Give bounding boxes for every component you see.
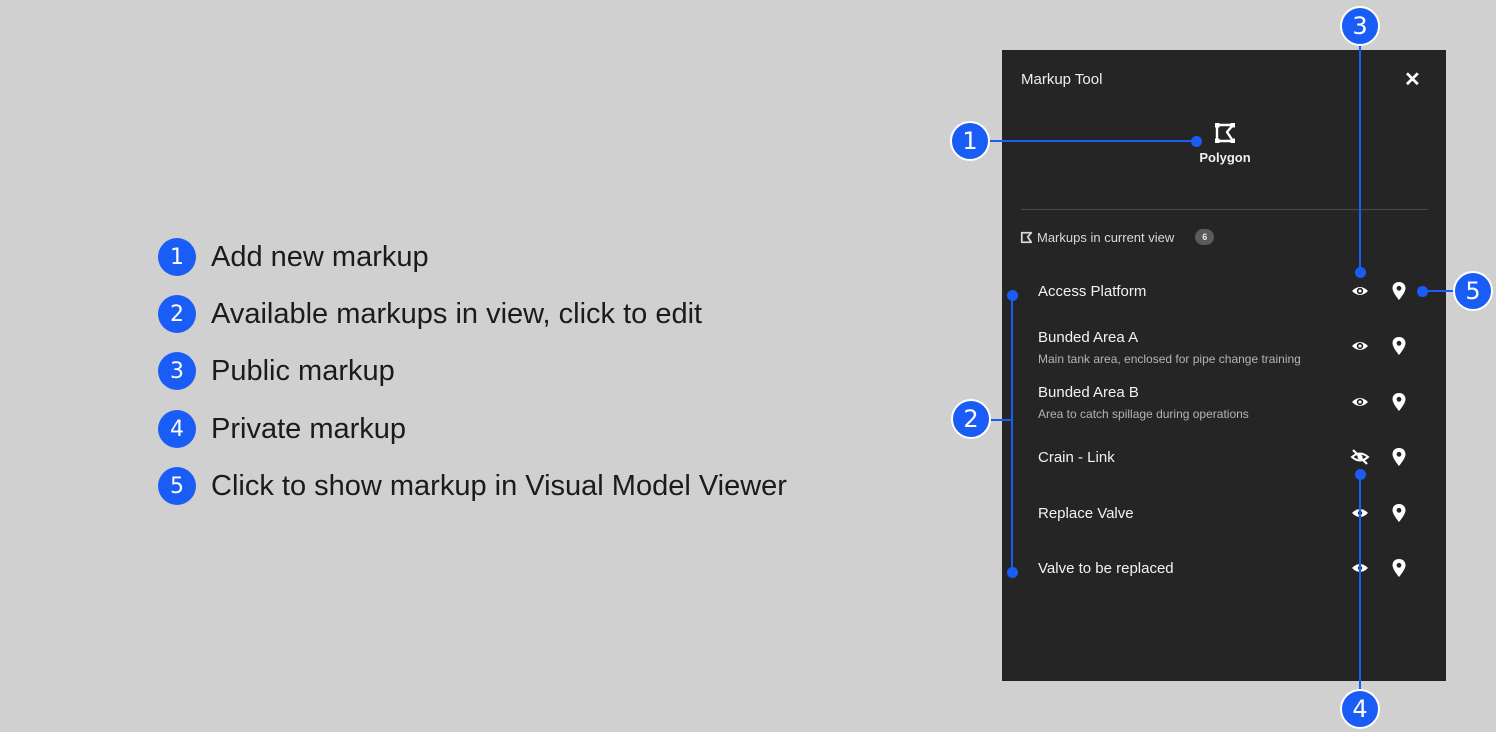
polygon-tool-button[interactable]: Polygon [1192, 122, 1258, 165]
legend-text: Private markup [211, 412, 407, 445]
callout-2-dot-top [1007, 290, 1018, 301]
section-header: Markups in current view 6 [1020, 229, 1215, 245]
location-pin-icon[interactable] [1389, 336, 1409, 356]
location-pin-icon[interactable] [1389, 281, 1409, 301]
location-pin-icon[interactable] [1389, 392, 1409, 412]
legend-row: 1 Add new markup [158, 237, 429, 277]
legend-number-badge: 2 [158, 295, 196, 333]
callout-4-dot [1355, 469, 1366, 480]
location-pin-icon[interactable] [1389, 503, 1409, 523]
legend-row: 2 Available markups in view, click to ed… [158, 294, 702, 334]
legend-text: Click to show markup in Visual Model Vie… [211, 469, 787, 502]
callout-4-line [1359, 474, 1361, 692]
legend-number-badge: 5 [158, 467, 196, 505]
legend-row: 5 Click to show markup in Visual Model V… [158, 466, 787, 506]
legend-text: Available markups in view, click to edit [211, 297, 703, 330]
callout-1-dot [1191, 136, 1202, 147]
legend-row: 4 Private markup [158, 409, 406, 449]
legend-text: Add new markup [211, 240, 429, 273]
callout-2-badge: 2 [951, 399, 991, 439]
public-eye-icon[interactable] [1350, 336, 1370, 356]
callout-1-line [988, 140, 1198, 142]
legend-number-badge: 4 [158, 410, 196, 448]
legend-row: 3 Public markup [158, 351, 395, 391]
legend-number-badge: 3 [158, 352, 196, 390]
legend-number-badge: 1 [158, 238, 196, 276]
callout-4-badge: 4 [1340, 689, 1380, 729]
public-eye-icon[interactable] [1350, 392, 1370, 412]
divider [1021, 209, 1428, 210]
location-pin-icon[interactable] [1389, 447, 1409, 467]
legend-text: Public markup [211, 354, 395, 387]
section-title: Markups in current view [1037, 229, 1175, 245]
callout-3-badge: 3 [1340, 6, 1380, 46]
markup-tool-panel: Markup Tool ✕ Polygon Markups in current… [1002, 50, 1446, 681]
polygon-icon [1215, 123, 1235, 143]
close-icon[interactable]: ✕ [1404, 70, 1421, 90]
hidden-eye-icon[interactable] [1350, 447, 1370, 467]
callout-3-line [1359, 44, 1361, 272]
callout-3-dot [1355, 267, 1366, 278]
callout-2-line [1011, 296, 1013, 573]
callout-1-badge: 1 [950, 121, 990, 161]
location-pin-icon[interactable] [1389, 558, 1409, 578]
callout-5-badge: 5 [1453, 271, 1493, 311]
panel-title: Markup Tool [1021, 71, 1103, 88]
polygon-small-icon [1020, 231, 1033, 243]
public-eye-icon[interactable] [1350, 281, 1370, 301]
callout-5-dot [1417, 286, 1428, 297]
polygon-label: Polygon [1199, 150, 1251, 165]
count-badge: 6 [1195, 229, 1215, 245]
callout-2-dot-bottom [1007, 567, 1018, 578]
callout-2-connector [988, 419, 1012, 421]
